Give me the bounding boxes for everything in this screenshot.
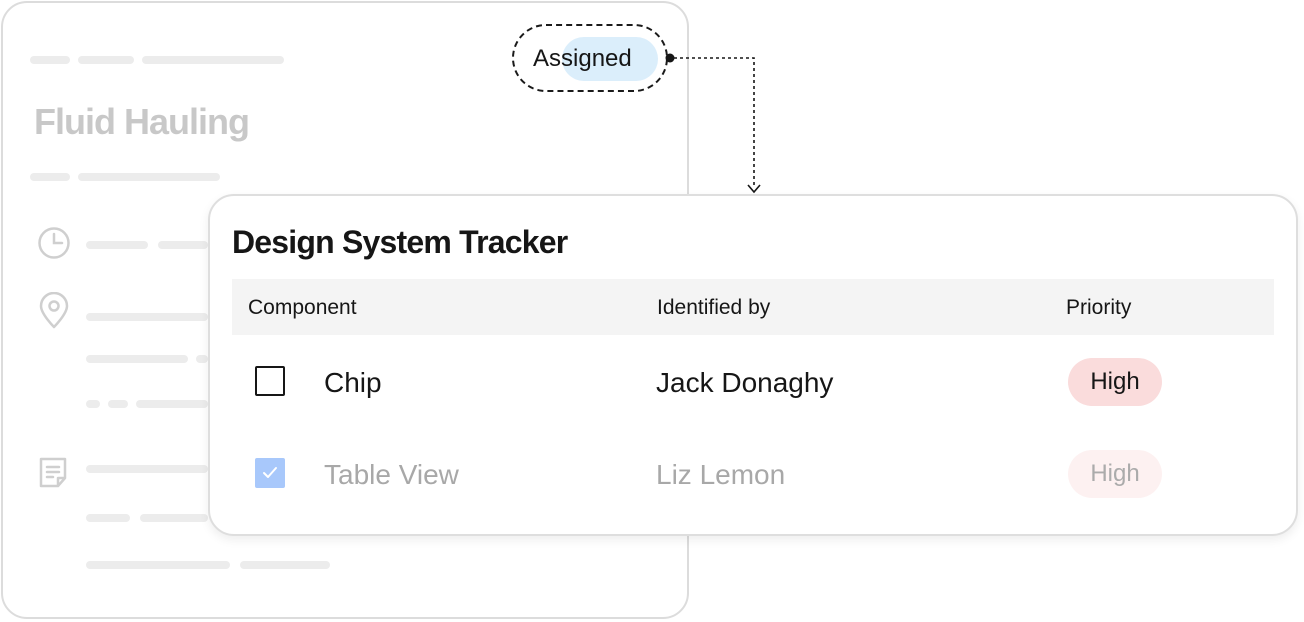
column-header-identified-by[interactable]: Identified by	[657, 295, 770, 321]
row-checkbox-chip[interactable]	[255, 366, 285, 396]
row-checkbox-table-view[interactable]	[255, 458, 285, 488]
row-identified-by-jack-donaghy: Jack Donaghy	[656, 367, 834, 398]
background-card-title: Fluid Hauling	[34, 101, 250, 142]
row-component-chip: Chip	[324, 367, 382, 398]
row-component-table-view: Table View	[324, 459, 459, 490]
checkmark-icon	[263, 467, 277, 478]
placeholder-bar	[136, 400, 208, 408]
placeholder-bar	[142, 56, 284, 64]
column-header-priority[interactable]: Priority	[1066, 295, 1131, 321]
placeholder-bar	[86, 241, 148, 249]
placeholder-bar	[158, 241, 208, 249]
placeholder-bar	[86, 400, 100, 408]
priority-badge-high: High	[1068, 358, 1162, 406]
placeholder-bar	[86, 313, 208, 321]
assigned-chip-label[interactable]: Assigned	[533, 44, 632, 74]
placeholder-bar	[86, 514, 130, 522]
location-pin-icon	[38, 291, 70, 335]
placeholder-bar	[86, 465, 208, 473]
placeholder-bar	[86, 355, 188, 363]
placeholder-bar	[140, 514, 208, 522]
placeholder-bar	[30, 173, 70, 181]
note-icon	[38, 456, 70, 495]
placeholder-bar	[240, 561, 330, 569]
placeholder-bar	[30, 56, 70, 64]
tracker-title: Design System Tracker	[232, 224, 568, 260]
placeholder-bar	[78, 56, 134, 64]
placeholder-bar	[78, 173, 220, 181]
placeholder-bar	[196, 355, 208, 363]
priority-badge-high: High	[1068, 450, 1162, 498]
placeholder-bar	[108, 400, 128, 408]
placeholder-bar	[86, 561, 230, 569]
row-identified-by-liz-lemon: Liz Lemon	[656, 459, 786, 490]
column-header-component[interactable]: Component	[248, 295, 357, 321]
clock-icon	[37, 226, 71, 265]
